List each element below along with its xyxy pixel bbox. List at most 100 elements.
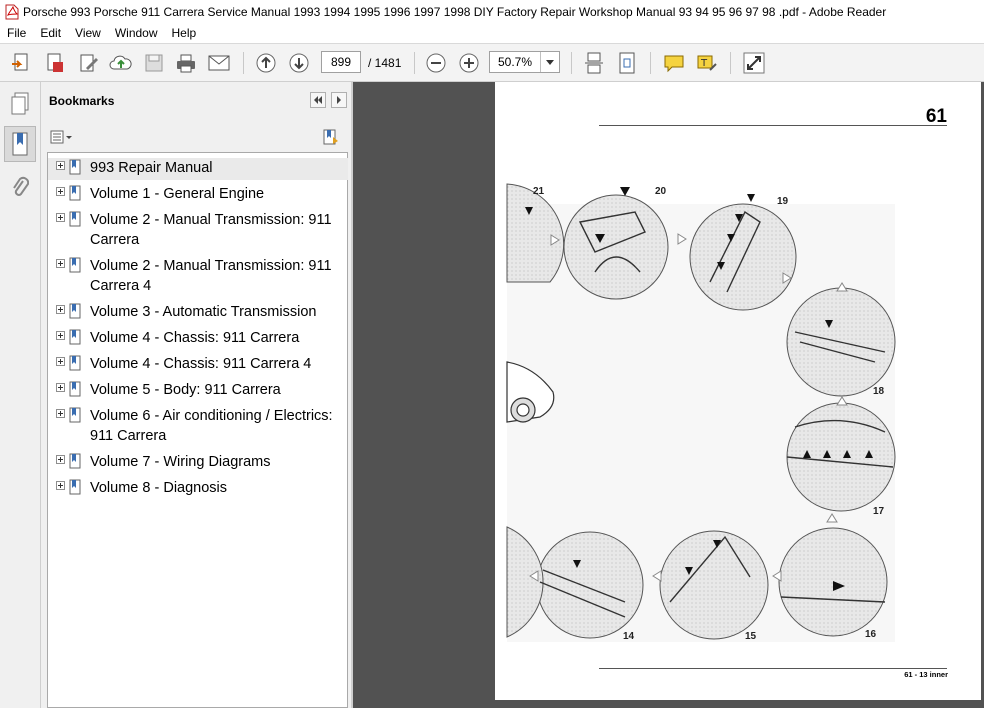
bookmark-label: Volume 4 - Chassis: 911 Carrera: [90, 330, 300, 346]
menu-bar: File Edit View Window Help: [0, 23, 984, 44]
convert-pdf-icon[interactable]: [42, 50, 68, 76]
pdf-app-icon: [5, 4, 19, 20]
bookmarks-tab-icon[interactable]: [4, 126, 36, 162]
figure-label-18: 18: [873, 386, 885, 397]
bookmark-icon: [69, 407, 81, 423]
bookmark-label: 993 Repair Manual: [90, 160, 213, 176]
expand-node-icon[interactable]: [56, 481, 65, 490]
cloud-upload-icon[interactable]: [108, 50, 134, 76]
bookmark-icon: [69, 355, 81, 371]
bookmark-label: Volume 2 - Manual Transmission: 911 Carr…: [90, 258, 332, 294]
zoom-value: 50.7%: [498, 55, 533, 69]
expand-node-icon[interactable]: [56, 259, 65, 268]
bookmarks-title: Bookmarks: [49, 94, 115, 108]
expand-node-icon[interactable]: [56, 409, 65, 418]
detail-circle-14: [536, 531, 644, 639]
bookmark-label: Volume 4 - Chassis: 911 Carrera 4: [90, 356, 312, 372]
expand-node-icon[interactable]: [56, 455, 65, 464]
menu-help[interactable]: Help: [165, 23, 204, 43]
bookmark-label: Volume 1 - General Engine: [90, 186, 265, 202]
svg-text:T: T: [700, 58, 708, 69]
pdf-page: 61 21 20 19 18 17 16 15 14 61 - 13 inner: [495, 82, 981, 700]
figure-label-16: 16: [865, 629, 877, 640]
page-number-input[interactable]: 899: [321, 51, 361, 73]
menu-file[interactable]: File: [0, 23, 33, 43]
bookmark-icon: [69, 479, 81, 495]
separator: [243, 52, 244, 74]
toolbar: 899 / 1481 50.7% T: [0, 44, 984, 82]
figure-label-21: 21: [533, 186, 545, 197]
bookmarks-tree: 993 Repair Manual Volume 1 - General Eng…: [47, 152, 348, 708]
bookmark-icon: [69, 257, 81, 273]
bookmark-label: Volume 3 - Automatic Transmission: [90, 304, 317, 320]
footer-rule: [599, 668, 947, 669]
detail-circle-15: [659, 530, 769, 640]
bookmark-icon: [69, 381, 81, 397]
page-thumbnails-icon[interactable]: [4, 86, 36, 122]
chevron-down-icon[interactable]: [540, 52, 559, 72]
create-pdf-icon[interactable]: [8, 50, 34, 76]
menu-edit[interactable]: Edit: [33, 23, 68, 43]
separator: [571, 52, 572, 74]
bookmarks-toolbar: [41, 122, 351, 152]
bookmark-icon: [69, 453, 81, 469]
attachments-icon[interactable]: [4, 170, 36, 206]
separator: [730, 52, 731, 74]
save-icon[interactable]: [141, 50, 167, 76]
navigation-pane-rail: [0, 82, 41, 708]
expand-node-icon[interactable]: [56, 187, 65, 196]
zoom-select[interactable]: 50.7%: [489, 51, 560, 73]
previous-page-icon[interactable]: [253, 50, 279, 76]
collapse-panel-icon[interactable]: [310, 92, 326, 108]
document-view[interactable]: 61 21 20 19 18 17 16 15 14 61 - 13 inner: [353, 82, 984, 708]
zoom-in-icon[interactable]: [456, 50, 482, 76]
bookmark-icon: [69, 329, 81, 345]
figure-label-17: 17: [873, 506, 885, 517]
expand-node-icon[interactable]: [56, 357, 65, 366]
menu-view[interactable]: View: [68, 23, 108, 43]
highlight-text-icon[interactable]: T: [694, 50, 720, 76]
bookmark-label: Volume 8 - Diagnosis: [90, 480, 228, 496]
bookmark-icon: [69, 303, 81, 319]
bookmark-item[interactable]: 993 Repair Manual: [48, 158, 348, 180]
window-title: Porsche 993 Porsche 911 Carrera Service …: [23, 4, 887, 19]
bookmark-icon: [69, 211, 81, 227]
page-total: / 1481: [368, 56, 402, 70]
expand-icon[interactable]: [741, 50, 767, 76]
procedure-illustration: 21 20 19 18 17 16 15 14: [506, 183, 896, 642]
page-footer: 61 - 13 inner: [904, 670, 948, 679]
print-icon[interactable]: [173, 50, 199, 76]
scrolling-mode-icon[interactable]: [581, 50, 607, 76]
options-menu-icon[interactable]: [50, 130, 74, 144]
separator: [650, 52, 651, 74]
find-bookmark-icon[interactable]: [322, 129, 340, 145]
email-icon[interactable]: [206, 50, 232, 76]
fit-page-icon[interactable]: [614, 50, 640, 76]
title-bar: Porsche 993 Porsche 911 Carrera Service …: [0, 0, 984, 23]
bookmarks-panel: Bookmarks 993 Repair Manual Volume 1 - G…: [41, 82, 351, 708]
separator: [414, 52, 415, 74]
bookmarks-header: Bookmarks: [41, 82, 351, 120]
figure-label-15: 15: [745, 631, 757, 642]
comment-icon[interactable]: [661, 50, 687, 76]
expand-node-icon[interactable]: [56, 383, 65, 392]
expand-panel-icon[interactable]: [331, 92, 347, 108]
detail-circle-17: [786, 402, 896, 512]
bookmark-icon: [69, 185, 81, 201]
expand-node-icon[interactable]: [56, 331, 65, 340]
expand-node-icon[interactable]: [56, 161, 65, 170]
expand-node-icon[interactable]: [56, 305, 65, 314]
zoom-out-icon[interactable]: [423, 50, 449, 76]
bookmark-label: Volume 2 - Manual Transmission: 911 Carr…: [90, 212, 332, 248]
next-page-icon[interactable]: [286, 50, 312, 76]
bookmark-label: Volume 6 - Air conditioning / Electrics:…: [90, 408, 333, 444]
expand-node-icon[interactable]: [56, 213, 65, 222]
detail-circle-21: [506, 183, 565, 283]
bookmark-icon: [69, 159, 81, 175]
detail-circle-20: [563, 194, 669, 300]
menu-window[interactable]: Window: [108, 23, 165, 43]
figure-label-20: 20: [655, 186, 667, 197]
figure-label-14: 14: [623, 631, 635, 642]
edit-pdf-icon[interactable]: [76, 50, 102, 76]
bookmark-label: Volume 7 - Wiring Diagrams: [90, 454, 271, 470]
